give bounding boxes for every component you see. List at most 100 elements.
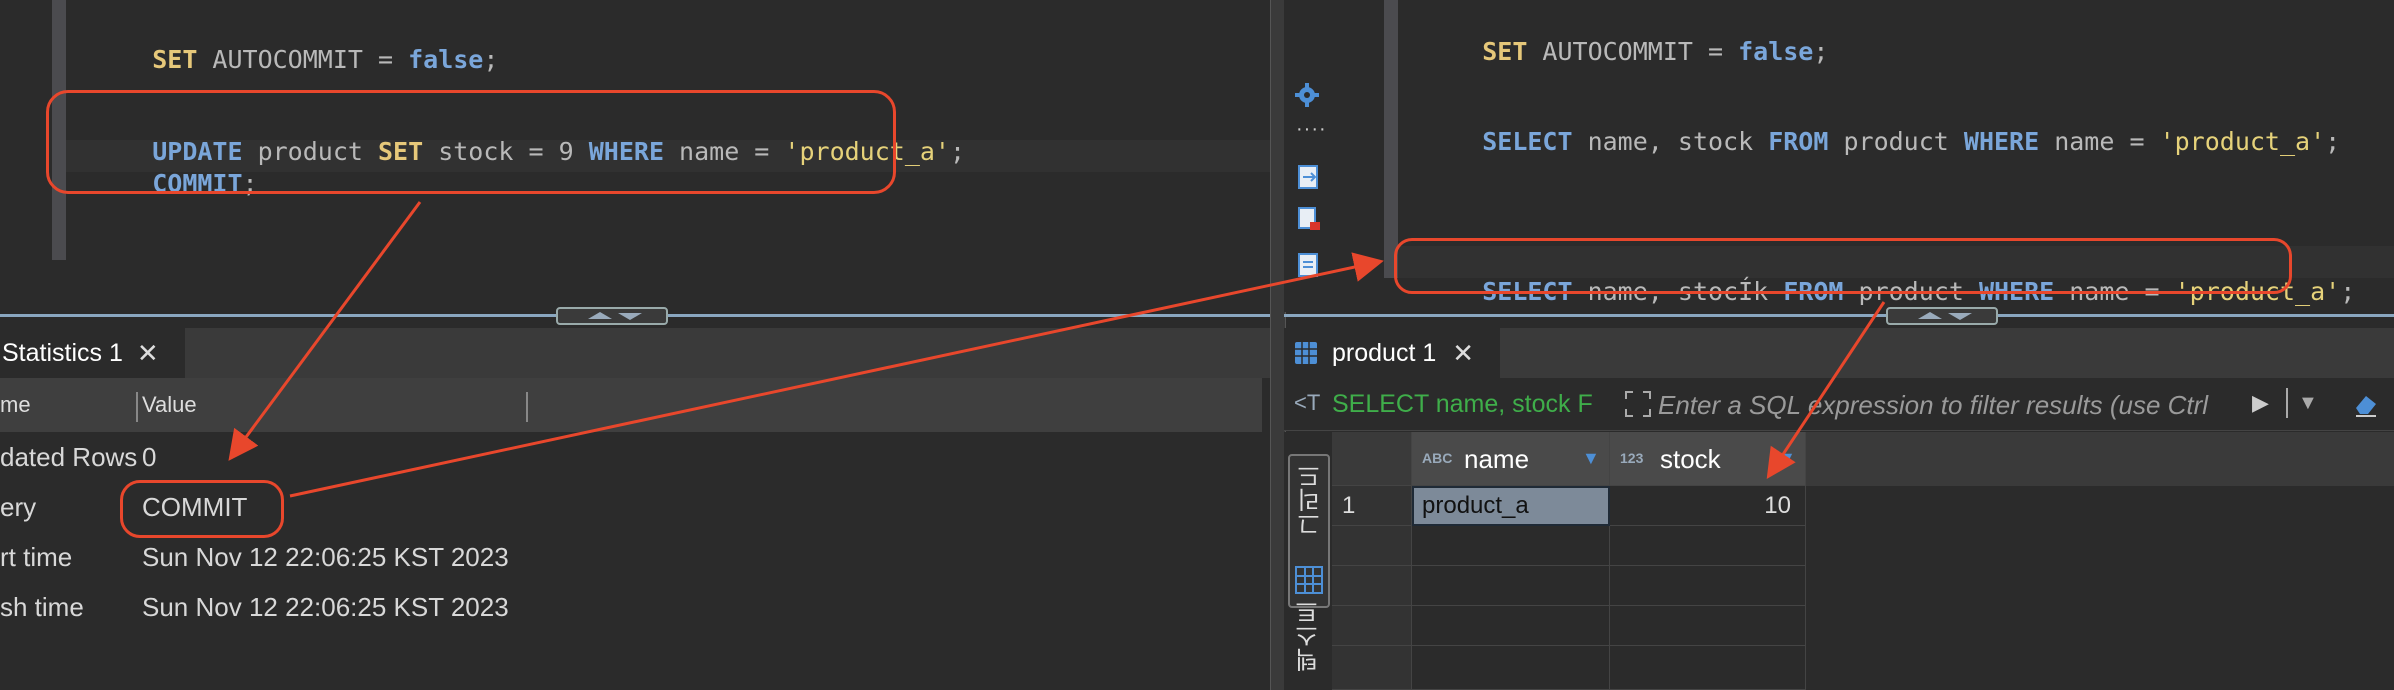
column-separator [526,392,528,422]
stat-row-name: sh time [0,592,84,622]
close-icon[interactable]: ✕ [1452,338,1474,369]
empty-cell [1412,566,1610,606]
right-results-tabbar: product 1 ✕ [1284,328,2394,378]
code-text: name = [2039,127,2160,156]
keyword: FROM [1768,127,1829,156]
code-line-2[interactable]: SELECT name, stock FROM product WHERE na… [1422,98,2340,185]
file-error-icon[interactable] [1296,206,1322,232]
column-name: stock [1660,444,1721,474]
separator [2286,388,2288,418]
filter-bar: <T SELECT name, stock F Enter a SQL expr… [1284,378,2394,431]
stat-row-value: Sun Nov 12 22:06:25 KST 2023 [142,592,509,622]
tab-label: Statistics 1 [2,338,123,367]
left-results-tabbar: Statistics 1 ✕ [0,328,1270,378]
column-name: name [1464,444,1530,474]
stat-row-name: rt time [0,542,73,572]
side-tab-text[interactable]: 텍스트 [1292,600,1327,672]
filter-history-sql[interactable]: SELECT name, stock F [1332,390,1592,419]
annotation-box [1394,238,2292,294]
column-separator [136,392,138,422]
cell-value: 10 [1764,492,1791,519]
empty-cell [1610,606,1806,646]
editor-gutter [1384,0,1398,278]
empty-cell [1610,566,1806,606]
stat-row-name: ery [0,492,37,522]
side-tab-grid[interactable]: 그리드 [1288,454,1330,608]
column-header-stock[interactable]: 123 stock ▼ [1610,432,1806,486]
file-plan-icon[interactable] [1296,252,1322,278]
chevron-updown-icon [588,312,642,320]
code-text: ; [2340,277,2356,306]
empty-cell [1610,526,1806,566]
export-icon[interactable] [1296,164,1322,190]
empty-cell [1610,646,1806,690]
tab-statistics[interactable]: Statistics 1 ✕ [0,328,185,378]
keyword: SET [1482,37,1528,66]
gear-icon[interactable] [1294,82,1320,108]
left-sql-editor[interactable]: SET AUTOCOMMIT = false; UPDATE product S… [0,0,1270,312]
expand-icon[interactable] [1624,390,1652,418]
table-cell-stock[interactable]: 10 [1610,486,1806,526]
code-text: ; [2325,127,2341,156]
code-text: product [1828,127,1964,156]
tab-product-1[interactable]: product 1 ✕ [1284,328,1500,378]
sort-icon[interactable]: ▼ [1582,448,1600,469]
annotation-box [46,90,896,194]
code-line-1[interactable]: SET AUTOCOMMIT = false; [1422,8,1828,95]
code-text: name, stock [1572,127,1769,156]
eraser-icon[interactable] [2352,390,2382,418]
code-text: AUTOCOMMIT = [1527,37,1739,66]
row-number-label: 1 [1342,492,1356,519]
editor-side-toolbar: ···· [1284,0,1334,312]
code-text: ; [1813,37,1829,66]
stat-row-value: 0 [142,442,157,472]
empty-row-number [1332,606,1412,646]
chevron-down-icon[interactable]: ▼ [2298,392,2318,415]
stat-row-value: Sun Nov 12 22:06:25 KST 2023 [142,542,509,572]
keyword: false [1738,37,1814,66]
string-literal: 'product_a' [2159,127,2326,156]
horizontal-divider [1284,314,2394,317]
empty-cell [1412,526,1610,566]
column-header-name[interactable]: ABC name ▼ [1412,432,1610,486]
results-side-tabs: 그리드 텍스트 [1284,432,1333,690]
statistics-grid: me Value dated Rows 0 ery COMMIT rt time… [0,378,1262,690]
right-sql-editor[interactable]: ···· SET AUTOCOMMIT = false; SELECT name… [1284,0,2394,312]
row-number[interactable]: 1 [1332,486,1412,526]
panel-resize-handle[interactable] [1886,307,1998,325]
chevron-updown-icon [1918,312,1972,320]
code-text: ; [483,45,499,74]
grid-header: me Value [0,378,1262,432]
column-header-value[interactable]: Value [142,392,197,418]
empty-cell [1412,646,1610,690]
side-tab-label: 그리드 [1298,464,1325,536]
keyword: WHERE [1963,127,2040,156]
code-text: AUTOCOMMIT = [197,45,409,74]
column-header-name[interactable]: me [0,392,31,418]
table-cell-name[interactable]: product_a [1412,486,1610,526]
empty-cell [1412,606,1610,646]
close-icon[interactable]: ✕ [137,338,159,369]
type-badge: ABC [1422,450,1453,466]
panel-resize-handle[interactable] [556,307,668,325]
results-grid: ABC name ▼ 123 stock ▼ 1 product_a 10 [1332,432,2394,690]
empty-row-number [1332,566,1412,606]
more-icon[interactable]: ···· [1296,118,1327,141]
tab-label: product 1 [1332,338,1437,367]
sort-icon[interactable]: ▼ [1778,448,1796,469]
code-text: ; [950,137,966,166]
filter-text-icon: <T [1294,390,1321,415]
keyword: SET [152,45,198,74]
type-badge: 123 [1620,450,1644,466]
grid-icon [1295,566,1323,594]
filter-input[interactable]: Enter a SQL expression to filter results… [1658,390,2238,421]
cell-value: product_a [1422,492,1529,519]
play-icon[interactable]: ▶ [2252,390,2269,416]
empty-row-number [1332,646,1412,690]
empty-row-number [1332,526,1412,566]
table-icon [1295,342,1317,364]
stat-row-name: dated Rows [0,442,138,472]
keyword: false [408,45,484,74]
keyword: SELECT [1482,127,1573,156]
row-number-header [1332,432,1412,486]
